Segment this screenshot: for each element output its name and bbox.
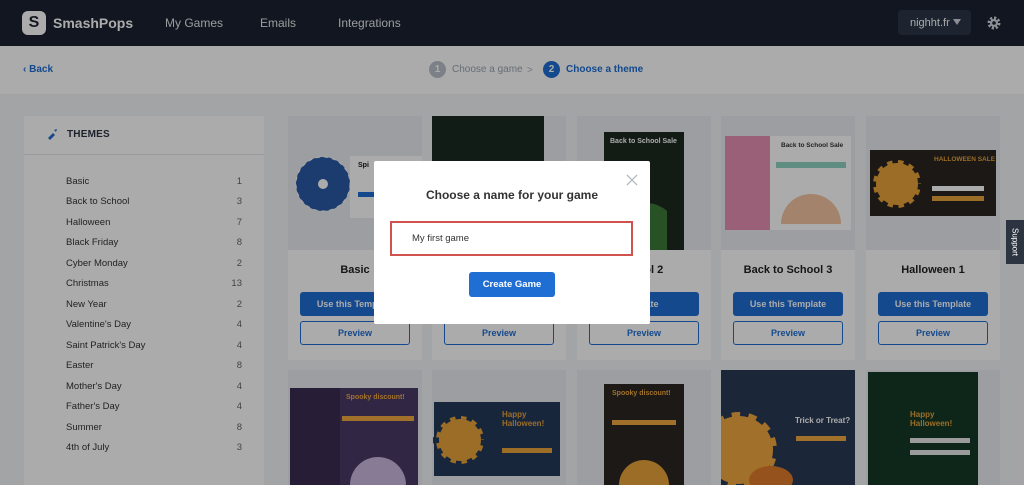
support-tab[interactable]: Support <box>1006 220 1024 264</box>
name-game-dialog: Choose a name for your game Create Game <box>374 161 650 324</box>
create-game-button[interactable]: Create Game <box>469 272 555 297</box>
dialog-title: Choose a name for your game <box>425 188 599 202</box>
close-icon[interactable] <box>625 173 639 187</box>
game-name-input[interactable] <box>390 221 633 256</box>
